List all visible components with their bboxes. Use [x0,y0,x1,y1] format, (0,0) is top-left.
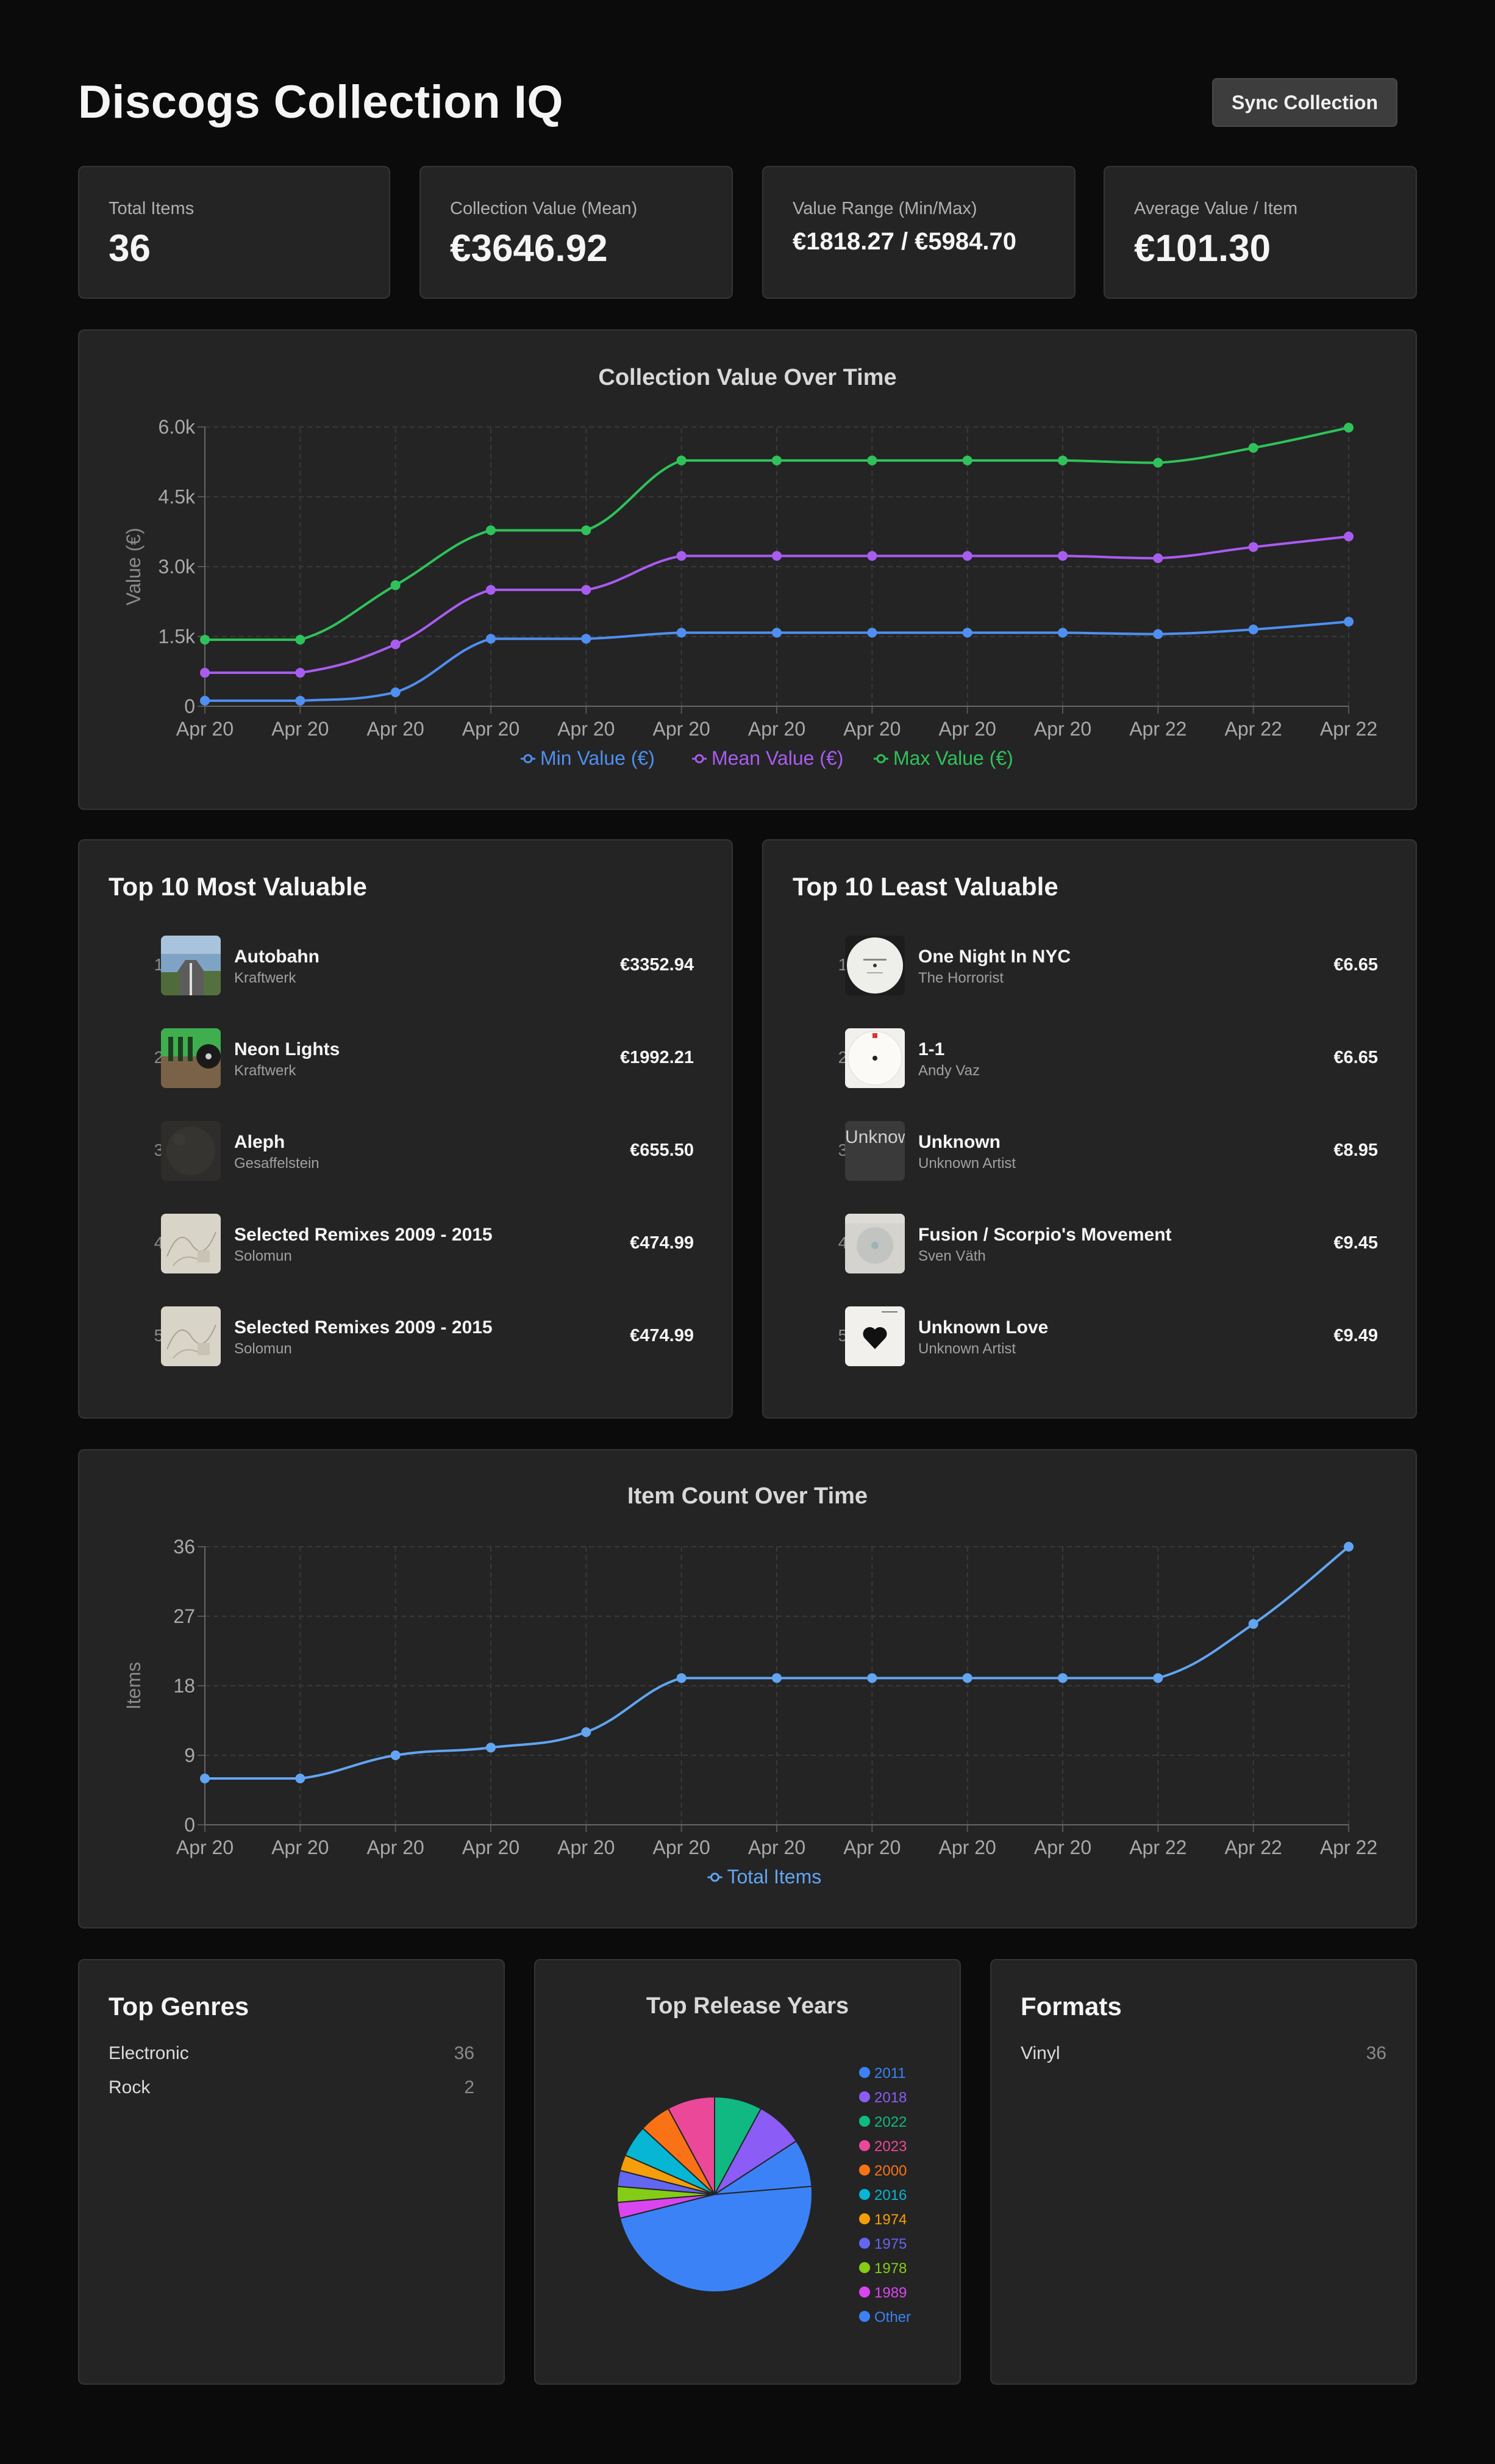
list-title: Top 10 Least Valuable [793,872,1058,901]
record-price: €8.95 [1333,1141,1378,1160]
format-count: 36 [1366,2043,1386,2063]
album-cover [845,1214,905,1273]
format-label: Vinyl [1021,2043,1060,2063]
chart-title: Top Release Years [646,1993,849,2019]
formats-card: Formats Vinyl 36 [990,1959,1417,2385]
stat-label: Collection Value (Mean) [450,199,638,218]
record-price: €9.49 [1333,1326,1378,1345]
list-item[interactable]: 4. Selected Remixes 2009 - 2015 Solomun … [79,1211,732,1278]
record-artist: Solomun [234,1248,292,1264]
genre-count: 2 [464,2077,474,2097]
list-title: Formats [1021,1992,1122,2021]
list-item[interactable]: 3. Aleph Gesaffelstein €655.50 [79,1119,732,1186]
list-item[interactable]: 2. Neon Lights Kraftwerk €1992.21 [79,1026,732,1093]
genre-label: Electronic [109,2043,189,2063]
page-title: Discogs Collection IQ [78,76,563,128]
list-item[interactable]: 3. Unknown Unknown Unknown Artist €8.95 [763,1119,1416,1186]
stat-label: Total Items [109,199,194,218]
album-cover [161,1214,221,1273]
genre-label: Rock [109,2077,151,2097]
record-title: Autobahn [234,947,319,967]
list-item[interactable]: 1. Autobahn Kraftwerk €3352.94 [79,933,732,1000]
record-price: €1992.21 [620,1048,694,1067]
stat-card-value-range: Value Range (Min/Max) €1818.27 / €5984.7… [762,166,1076,299]
record-artist: Sven Väth [918,1248,986,1264]
list-title: Top Genres [109,1992,249,2021]
record-price: €474.99 [630,1233,694,1253]
album-cover [845,1028,905,1088]
record-artist: Kraftwerk [234,970,296,986]
record-title: 1-1 [918,1039,945,1059]
top-release-years-card: Top Release Years [534,1959,961,2385]
stat-card-average-value: Average Value / Item €101.30 [1104,166,1417,299]
album-cover [161,1028,221,1088]
record-artist: Unknown Artist [918,1341,1016,1357]
least-valuable-card: Top 10 Least Valuable 1. One Night In NY… [762,839,1417,1419]
stat-label: Average Value / Item [1134,199,1298,218]
stat-label: Value Range (Min/Max) [793,199,977,218]
record-artist: The Horrorist [918,970,1004,986]
list-item[interactable]: 5. Unknown Love Unknown Artist €9.49 [763,1304,1416,1371]
record-title: Neon Lights [234,1039,340,1059]
record-price: €474.99 [630,1326,694,1345]
record-artist: Andy Vaz [918,1062,980,1079]
value-chart-card: Collection Value Over Time [78,329,1417,810]
genre-count: 36 [454,2043,474,2063]
record-price: €6.65 [1333,955,1378,975]
record-artist: Gesaffelstein [234,1155,319,1172]
list-item[interactable]: 1. One Night In NYC The Horrorist €6.65 [763,933,1416,1000]
stat-card-collection-value: Collection Value (Mean) €3646.92 [419,166,733,299]
broken-image-alt-text: Unknown [845,1127,905,1147]
list-item[interactable]: 2. 1-1 Andy Vaz €6.65 [763,1026,1416,1093]
album-cover [845,936,905,995]
album-cover [161,936,221,995]
record-price: €3352.94 [620,955,694,975]
top-genres-card: Top Genres Electronic 36 Rock 2 [78,1959,505,2385]
count-chart-card: Item Count Over Time [78,1449,1417,1929]
broken-image-icon: Unknown [845,1121,905,1181]
list-item[interactable]: 4. Fusion / Scorpio's Movement Sven Väth… [763,1211,1416,1278]
sync-collection-button[interactable]: Sync Collection [1212,78,1397,127]
record-title: Selected Remixes 2009 - 2015 [234,1317,493,1338]
chart-title: Item Count Over Time [627,1483,868,1509]
album-cover [845,1306,905,1366]
list-title: Top 10 Most Valuable [109,872,367,901]
stat-value: €3646.92 [450,227,608,270]
record-title: Selected Remixes 2009 - 2015 [234,1225,493,1245]
record-price: €6.65 [1333,1048,1378,1067]
stat-card-total-items: Total Items 36 [78,166,390,299]
chart-title: Collection Value Over Time [598,365,897,390]
stat-value: €101.30 [1134,227,1271,270]
album-cover [161,1121,221,1181]
list-item[interactable]: 5. Selected Remixes 2009 - 2015 Solomun … [79,1304,732,1371]
record-title: Unknown Love [918,1317,1049,1338]
record-title: Aleph [234,1132,285,1152]
stat-value: 36 [109,227,151,270]
record-price: €9.45 [1333,1233,1378,1253]
record-title: One Night In NYC [918,947,1071,967]
record-price: €655.50 [630,1141,694,1160]
record-artist: Kraftwerk [234,1062,296,1079]
record-title: Unknown [918,1132,1001,1152]
stat-value: €1818.27 / €5984.70 [793,228,1017,255]
record-artist: Solomun [234,1341,292,1357]
record-artist: Unknown Artist [918,1155,1016,1172]
record-title: Fusion / Scorpio's Movement [918,1225,1172,1245]
album-cover [161,1306,221,1366]
most-valuable-card: Top 10 Most Valuable 1. Autobahn Kraftwe… [78,839,733,1419]
